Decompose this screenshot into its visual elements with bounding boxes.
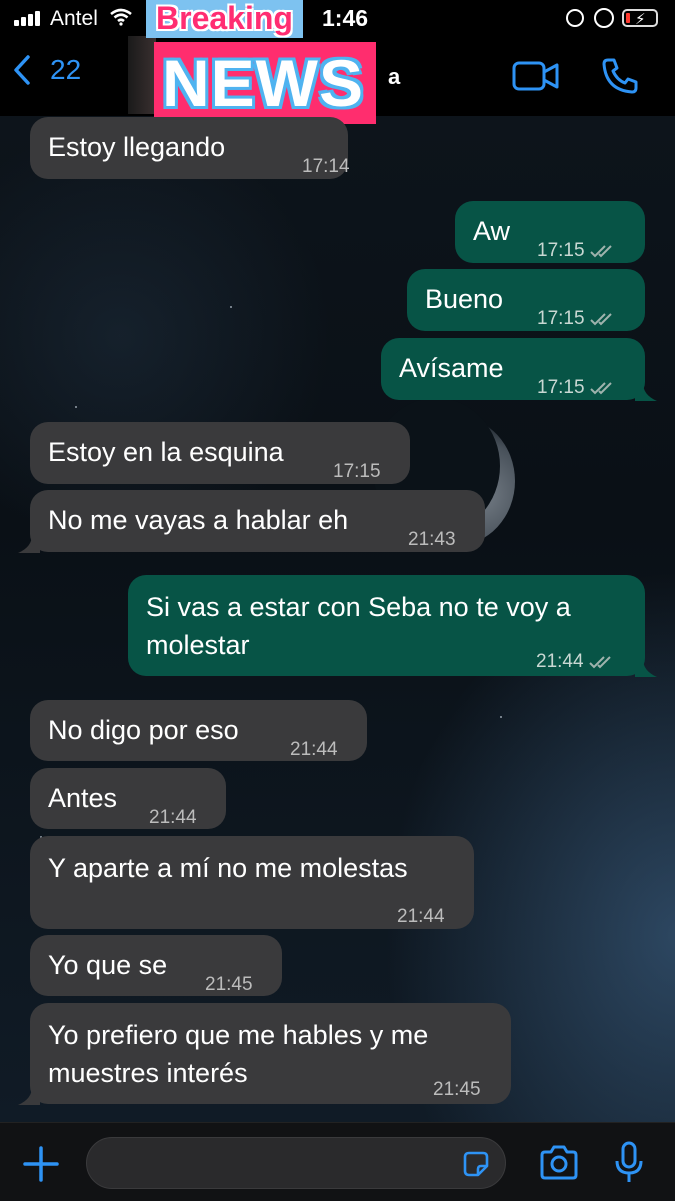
message-timestamp: 21:44 xyxy=(149,807,197,828)
incoming-message[interactable]: Antes 21:44 xyxy=(30,768,226,829)
bubble-tail xyxy=(635,659,657,677)
incoming-message[interactable]: Estoy en la esquina 17:15 xyxy=(30,422,410,484)
incoming-message[interactable]: Estoy llegando 17:14 xyxy=(30,117,350,179)
message-timestamp: 21:43 xyxy=(408,529,456,550)
message-text: Yo prefiero que me hables y me muestres … xyxy=(48,1020,429,1088)
bubble-tail xyxy=(635,383,657,401)
incoming-message[interactable]: No me vayas a hablar eh 21:43 xyxy=(18,490,485,553)
incoming-message[interactable]: Y aparte a mí no me molestas 21:44 xyxy=(30,836,474,929)
message-text: Si vas a estar con Seba no te voy a mole… xyxy=(146,592,571,660)
plus-icon[interactable] xyxy=(22,1145,60,1183)
message-text: Yo que se xyxy=(48,950,168,980)
message-timestamp: 21:44 xyxy=(290,739,338,760)
message-timestamp: 21:44 xyxy=(536,643,616,681)
microphone-icon[interactable] xyxy=(614,1141,644,1185)
incoming-message[interactable]: Yo prefiero que me hables y me muestres … xyxy=(18,1003,511,1105)
message-text: No me vayas a hablar eh xyxy=(48,505,349,535)
read-receipt-icon xyxy=(589,313,612,326)
message-timestamp: 21:44 xyxy=(397,906,445,927)
message-text: Y aparte a mí no me molestas xyxy=(48,853,408,883)
read-receipt-icon xyxy=(589,382,612,395)
message-list: Estoy llegando 17:14 Aw 17:15 Bueno 17:15 Avís… xyxy=(0,0,675,1200)
read-receipt-icon xyxy=(589,245,612,258)
message-input[interactable] xyxy=(86,1137,506,1189)
message-text: No digo por eso xyxy=(48,715,239,745)
message-text: Estoy en la esquina xyxy=(48,437,284,467)
composer-bar xyxy=(0,1122,675,1201)
message-text: Avísame xyxy=(399,353,504,383)
message-timestamp: 17:15 xyxy=(537,368,617,408)
incoming-message[interactable]: Yo que se 21:45 xyxy=(30,935,282,996)
outgoing-message[interactable]: Avísame 17:15 xyxy=(381,338,657,401)
message-timestamp: 21:45 xyxy=(433,1079,481,1100)
message-timestamp: 17:14 xyxy=(302,156,350,177)
message-timestamp: 17:15 xyxy=(537,231,617,271)
message-timestamp: 21:45 xyxy=(205,974,253,995)
camera-icon[interactable] xyxy=(538,1145,580,1181)
bubble-tail xyxy=(18,1087,40,1105)
message-text: Antes xyxy=(48,783,118,813)
outgoing-message[interactable]: Aw 17:15 xyxy=(455,201,645,263)
message-text: Bueno xyxy=(425,284,504,314)
bubble-tail xyxy=(18,535,40,553)
incoming-message[interactable]: No digo por eso 21:44 xyxy=(30,700,367,761)
outgoing-message[interactable]: Si vas a estar con Seba no te voy a mole… xyxy=(128,575,657,677)
message-text: Estoy llegando xyxy=(48,132,226,162)
message-text: Aw xyxy=(473,216,511,246)
read-receipt-icon xyxy=(588,656,611,669)
message-timestamp: 17:15 xyxy=(537,299,617,339)
outgoing-message[interactable]: Bueno 17:15 xyxy=(407,269,645,331)
sticker-icon[interactable] xyxy=(461,1149,491,1179)
message-timestamp: 17:15 xyxy=(333,461,381,482)
